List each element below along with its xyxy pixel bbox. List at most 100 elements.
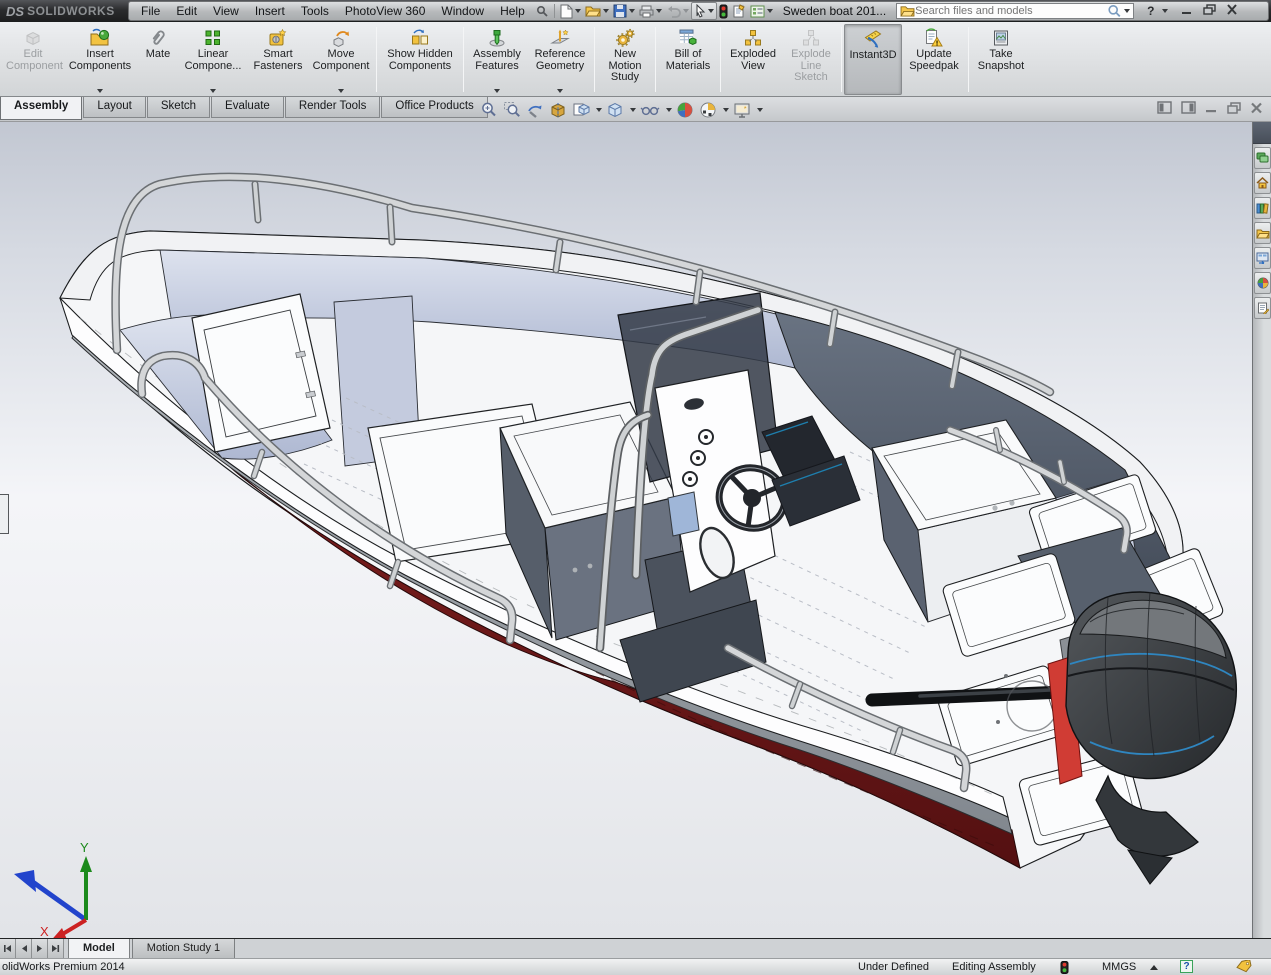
tab-sketch[interactable]: Sketch xyxy=(146,97,211,118)
menu-tools[interactable]: Tools xyxy=(293,2,337,20)
boat-assembly-model[interactable]: Y X xyxy=(0,122,1271,938)
edit-appearance-icon[interactable] xyxy=(675,100,695,120)
menu-window[interactable]: Window xyxy=(433,2,492,20)
collapse-right-pane-icon[interactable] xyxy=(1181,101,1196,117)
window-close-icon[interactable] xyxy=(1250,102,1263,117)
options-button[interactable] xyxy=(748,4,775,19)
dropdown-caret[interactable] xyxy=(557,89,563,93)
view-palette-icon[interactable] xyxy=(1254,247,1271,269)
dropdown-caret[interactable] xyxy=(757,108,763,112)
dropdown-caret[interactable] xyxy=(630,108,636,112)
task-pane-strip xyxy=(1252,122,1271,938)
design-library-icon[interactable] xyxy=(1254,197,1271,219)
restore-button[interactable] xyxy=(1198,2,1221,20)
ribbon-button-label: Reference Geometry xyxy=(534,48,586,72)
search-box[interactable] xyxy=(896,3,1135,19)
search-options-caret[interactable] xyxy=(1124,9,1131,13)
units-dropdown-caret[interactable] xyxy=(1150,965,1158,970)
new-motion-study-button[interactable]: New Motion Study xyxy=(597,24,653,95)
tab-scroll-prev-button[interactable] xyxy=(16,939,32,958)
smart-fasteners-button[interactable]: Smart Fasteners xyxy=(248,24,308,95)
window-restore-icon[interactable] xyxy=(1227,101,1241,117)
print-button[interactable] xyxy=(637,4,664,19)
file-explorer-icon[interactable] xyxy=(1254,222,1271,244)
previous-view-icon[interactable] xyxy=(525,100,545,120)
move-component-button[interactable]: Move Component xyxy=(308,24,374,95)
tab-evaluate[interactable]: Evaluate xyxy=(211,97,284,118)
help-caret[interactable] xyxy=(1161,9,1168,13)
pin-menu-icon[interactable] xyxy=(533,3,551,19)
section-view-icon[interactable] xyxy=(548,100,568,120)
custom-properties-icon[interactable] xyxy=(1254,297,1271,319)
menu-edit[interactable]: Edit xyxy=(168,2,205,20)
tab-motion-study-1[interactable]: Motion Study 1 xyxy=(131,939,236,958)
apply-scene-icon[interactable] xyxy=(698,100,718,120)
dropdown-caret[interactable] xyxy=(97,89,103,93)
tab-scroll-last-button[interactable] xyxy=(48,939,64,958)
graphics-viewport[interactable]: Y X xyxy=(0,122,1271,938)
tab-model[interactable]: Model xyxy=(68,939,130,958)
tab-scroll-first-button[interactable] xyxy=(0,939,16,958)
appearances-scenes-icon[interactable] xyxy=(1254,272,1271,294)
update-speedpak-button[interactable]: Update Speedpak xyxy=(902,24,966,95)
assembly-features-button[interactable]: Assembly Features xyxy=(466,24,528,95)
zoom-to-fit-icon[interactable] xyxy=(479,100,499,120)
smart-fasteners-icon xyxy=(268,27,288,48)
open-button[interactable] xyxy=(583,3,611,19)
menu-help[interactable]: Help xyxy=(492,2,533,20)
undo-icon xyxy=(664,4,691,19)
minimize-button[interactable] xyxy=(1176,3,1198,20)
menu-insert[interactable]: Insert xyxy=(247,2,293,20)
file-properties-button[interactable] xyxy=(730,3,748,19)
orientation-triad: Y X xyxy=(14,840,92,938)
show-hidden-components-button[interactable]: Show Hidden Components xyxy=(379,24,461,95)
zoom-to-area-icon[interactable] xyxy=(502,100,522,120)
tab-layout[interactable]: Layout xyxy=(83,97,146,118)
tag-icon[interactable] xyxy=(1236,959,1252,975)
view-settings-icon[interactable] xyxy=(732,100,752,120)
menu-view[interactable]: View xyxy=(205,2,247,20)
window-minimize-icon[interactable] xyxy=(1205,102,1218,116)
exploded-view-button[interactable]: Exploded View xyxy=(723,24,783,95)
mate-button[interactable]: Mate xyxy=(138,24,178,95)
insert-components-button[interactable]: Insert Components xyxy=(62,24,138,95)
new-document-button[interactable] xyxy=(558,3,583,20)
view-orientation-icon[interactable] xyxy=(571,100,591,120)
edit-component-icon xyxy=(23,27,43,48)
dropdown-caret[interactable] xyxy=(596,108,602,112)
dropdown-caret[interactable] xyxy=(210,89,216,93)
feature-manager-collapsed-tab[interactable] xyxy=(0,494,9,534)
dropdown-caret[interactable] xyxy=(723,108,729,112)
collapse-left-pane-icon[interactable] xyxy=(1157,101,1172,117)
forum-icon[interactable] xyxy=(1254,147,1271,169)
help-button[interactable]: ? xyxy=(1142,2,1159,20)
reference-geometry-button[interactable]: Reference Geometry xyxy=(528,24,592,95)
dropdown-caret[interactable] xyxy=(494,89,500,93)
tab-render-tools[interactable]: Render Tools xyxy=(284,97,381,118)
resources-home-icon[interactable] xyxy=(1254,172,1271,194)
tab-office-products[interactable]: Office Products xyxy=(381,97,488,118)
rebuild-traffic-light-icon[interactable] xyxy=(717,3,730,20)
dropdown-caret[interactable] xyxy=(666,108,672,112)
instant3d-button[interactable]: Instant3D xyxy=(844,24,902,95)
menu-photoview360[interactable]: PhotoView 360 xyxy=(337,2,434,20)
quick-tips-icon[interactable]: ? xyxy=(1180,960,1193,973)
save-button[interactable] xyxy=(611,3,637,19)
hide-show-items-icon[interactable] xyxy=(639,100,661,120)
ribbon-button-label: New Motion Study xyxy=(608,48,642,83)
linear-component-pattern-button[interactable]: Linear Compone... xyxy=(178,24,248,95)
units-text[interactable]: MMGS xyxy=(1102,961,1136,973)
search-icon[interactable] xyxy=(1107,4,1122,18)
display-style-icon[interactable] xyxy=(605,100,625,120)
search-input[interactable] xyxy=(915,5,1108,17)
dropdown-caret[interactable] xyxy=(338,89,344,93)
select-cursor-button[interactable] xyxy=(690,2,717,20)
tab-assembly[interactable]: Assembly xyxy=(0,97,83,120)
menu-file[interactable]: File xyxy=(133,2,168,20)
bill-of-materials-button[interactable]: Bill of Materials xyxy=(658,24,718,95)
take-snapshot-button[interactable]: Take Snapshot xyxy=(971,24,1031,95)
ribbon-separator xyxy=(376,27,377,92)
tab-scroll-next-button[interactable] xyxy=(32,939,48,958)
close-button[interactable] xyxy=(1221,2,1243,20)
document-title: Sweden boat 201... xyxy=(782,4,887,18)
